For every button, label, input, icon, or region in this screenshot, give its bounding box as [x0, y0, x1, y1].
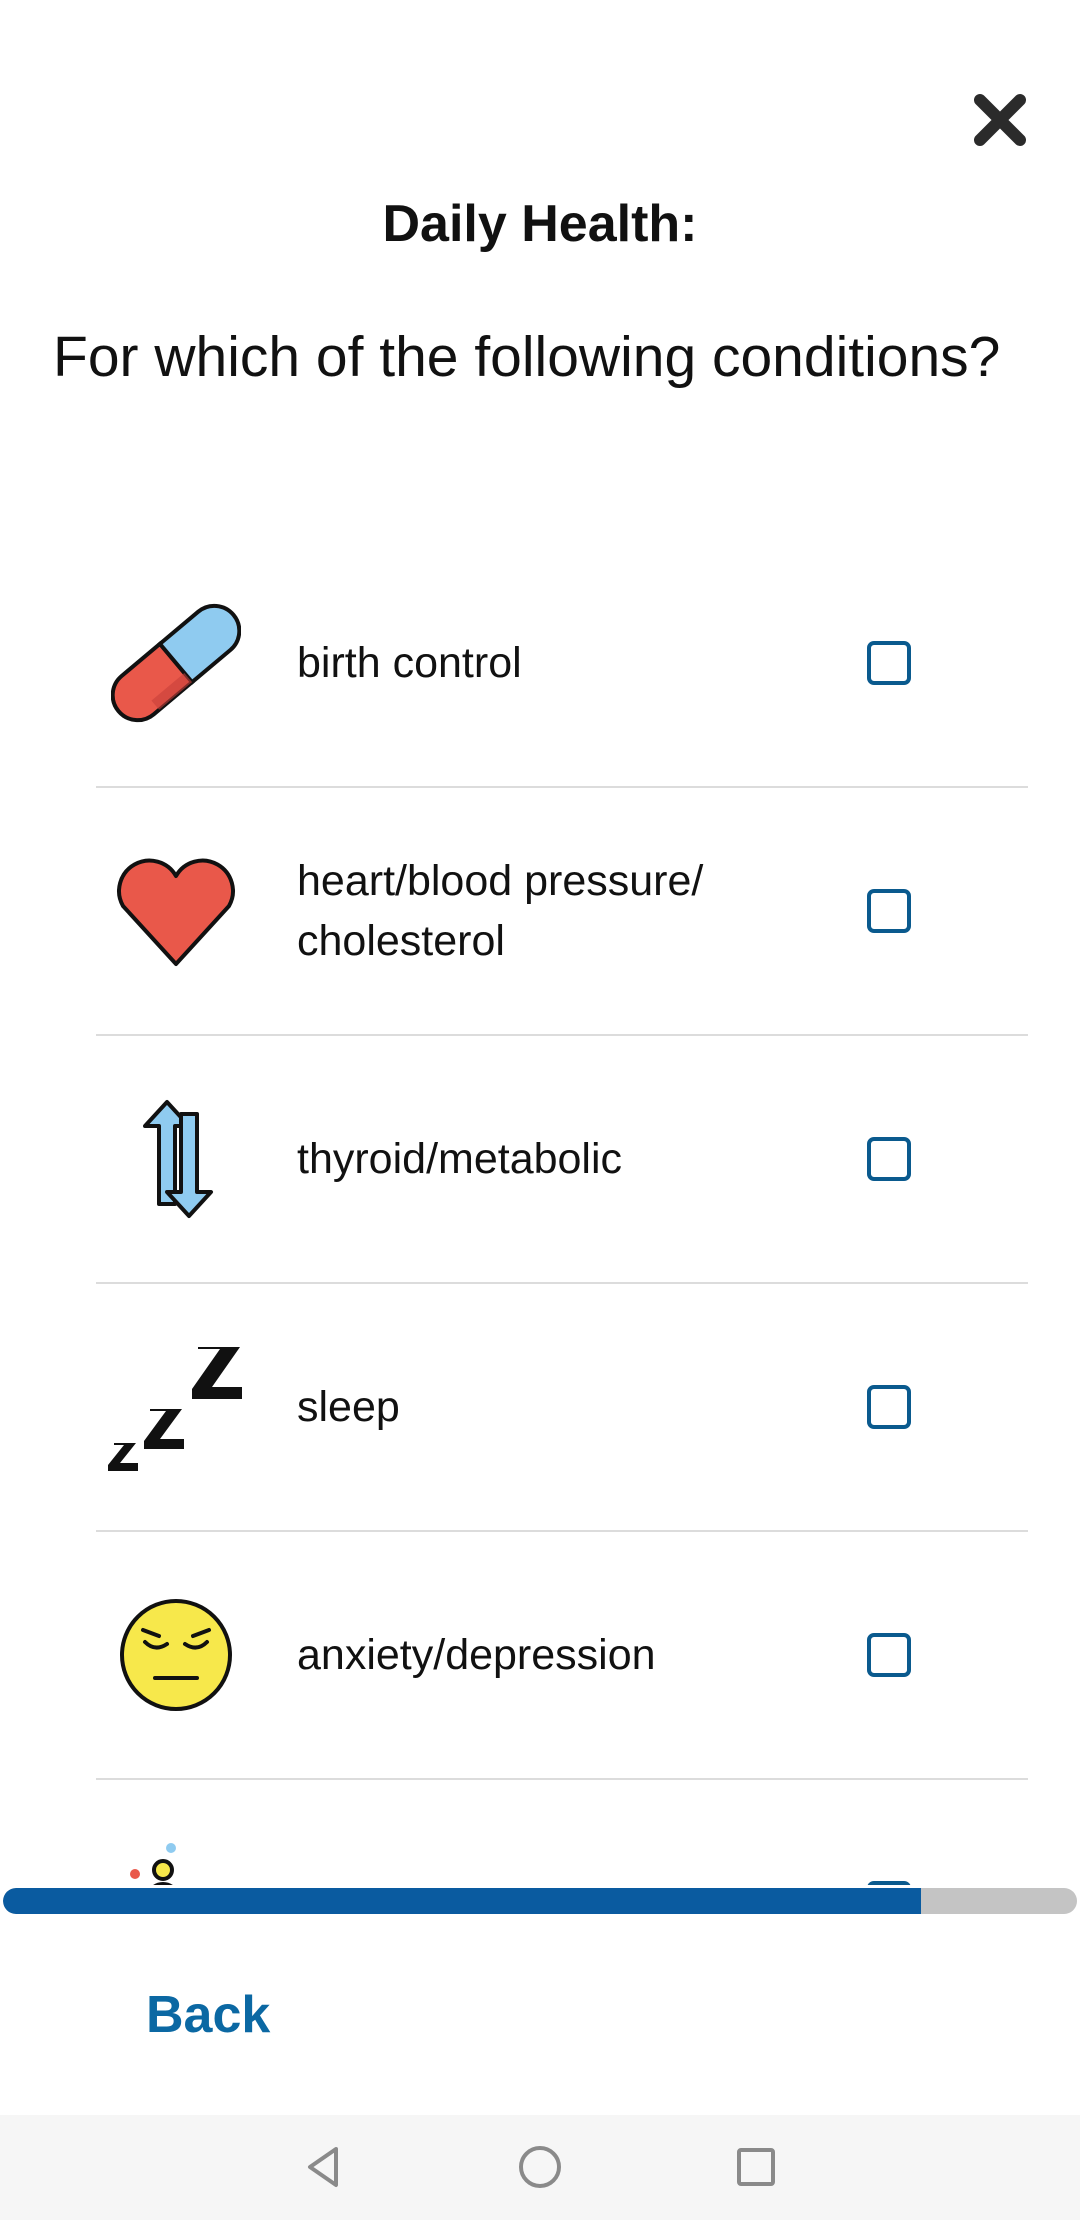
- close-x-icon: [974, 94, 1026, 146]
- back-button[interactable]: Back: [146, 1975, 270, 2055]
- condition-label: sleep: [297, 1383, 400, 1431]
- condition-label: anxiety/depression: [297, 1631, 656, 1679]
- conditions-list: birth control heart/blood pressure/ chol…: [96, 540, 1028, 1885]
- progress-fill: [3, 1888, 922, 1914]
- condition-checkbox[interactable]: [867, 889, 911, 933]
- circle-home-icon: [519, 2146, 561, 2188]
- relieved-face-icon: [106, 1585, 246, 1725]
- page-title: Daily Health:: [382, 195, 698, 253]
- condition-row-birth-control[interactable]: birth control: [96, 540, 1028, 788]
- pill-icon: [106, 593, 246, 733]
- arrows-cycle-icon: [106, 1089, 246, 1229]
- condition-label: birth control: [297, 639, 522, 687]
- triangle-back-icon: [308, 2147, 338, 2187]
- progress-bar: [3, 1888, 1077, 1914]
- system-recents-button[interactable]: [724, 2135, 788, 2199]
- zzz-icon: [106, 1337, 246, 1477]
- person-meditating-icon: [106, 1833, 246, 1885]
- condition-checkbox[interactable]: [867, 1881, 911, 1885]
- square-recents-icon: [737, 2148, 775, 2186]
- heart-icon: [106, 841, 246, 981]
- condition-label: thyroid/metabolic: [297, 1135, 623, 1183]
- condition-label: heart/blood pressure/ cholesterol: [297, 857, 704, 965]
- condition-row-heart[interactable]: heart/blood pressure/ cholesterol: [96, 788, 1028, 1036]
- condition-checkbox[interactable]: [867, 1385, 911, 1429]
- system-back-button[interactable]: [292, 2135, 356, 2199]
- system-home-button[interactable]: [508, 2135, 572, 2199]
- condition-row-sleep[interactable]: sleep: [96, 1284, 1028, 1532]
- question-text: For which of the following conditions?: [53, 325, 1001, 389]
- condition-row-thyroid[interactable]: thyroid/metabolic: [96, 1036, 1028, 1284]
- condition-row-partial[interactable]: [96, 1780, 1028, 1885]
- system-nav-bar: [0, 2115, 1080, 2220]
- conditions-list-viewport[interactable]: birth control heart/blood pressure/ chol…: [0, 540, 1080, 1885]
- condition-checkbox[interactable]: [867, 1137, 911, 1181]
- close-button[interactable]: [968, 88, 1032, 152]
- condition-checkbox[interactable]: [867, 641, 911, 685]
- condition-checkbox[interactable]: [867, 1633, 911, 1677]
- condition-row-anxiety[interactable]: anxiety/depression: [96, 1532, 1028, 1780]
